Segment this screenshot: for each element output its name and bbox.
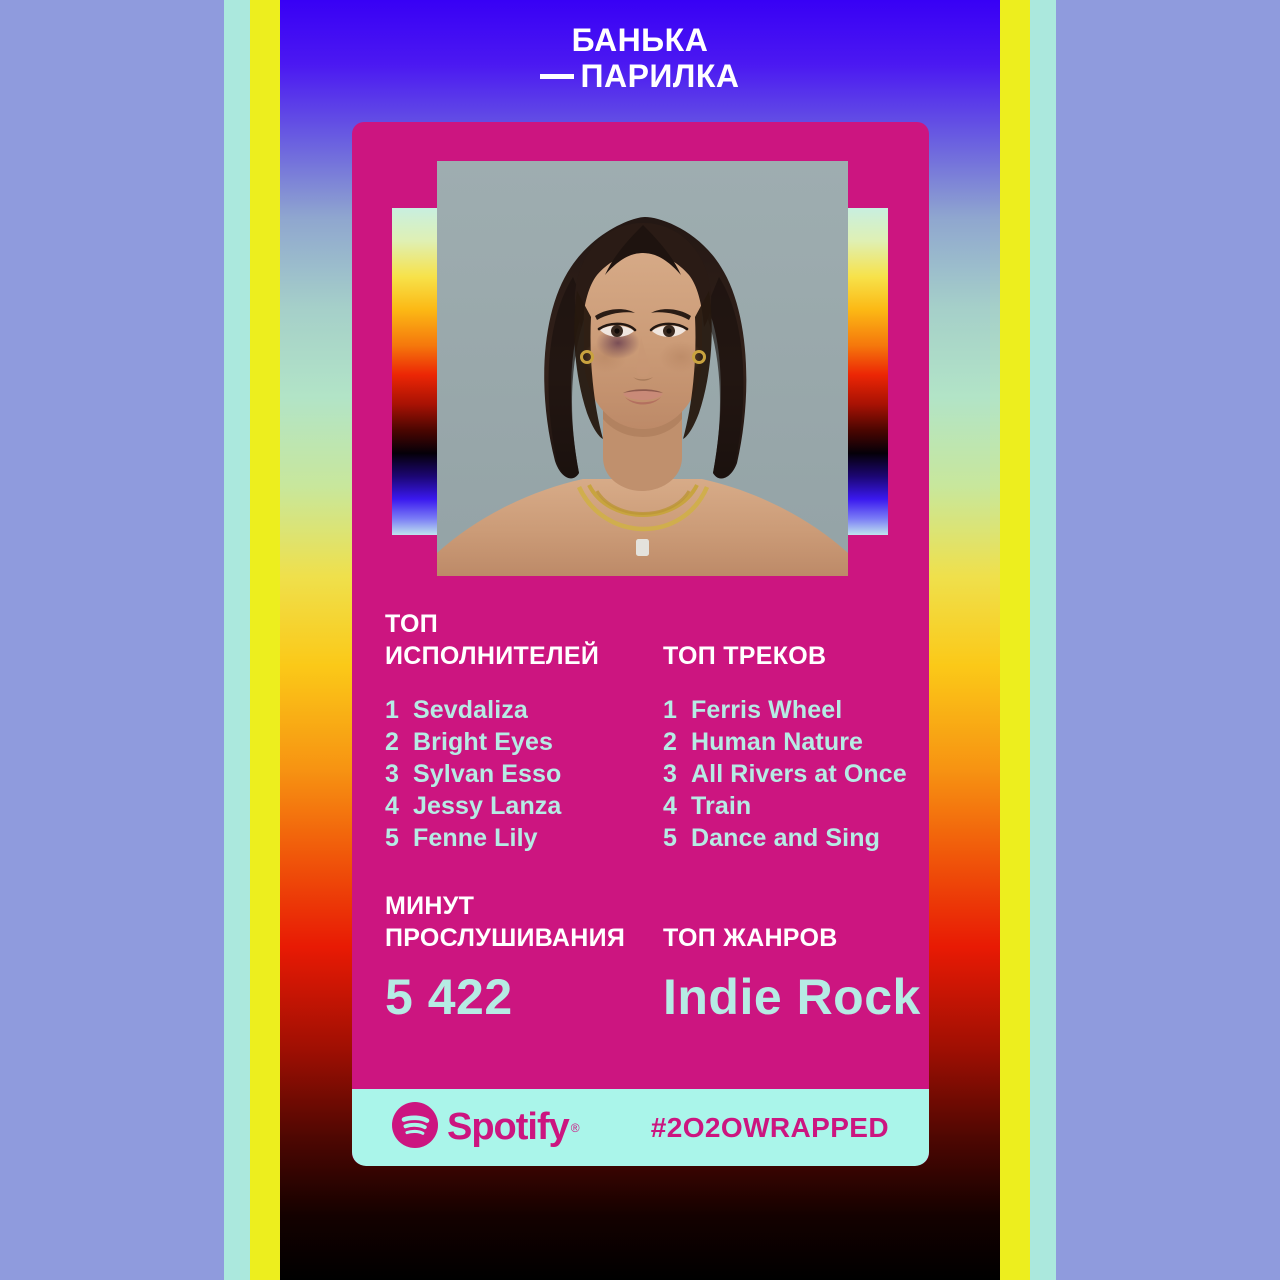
page-title-line-2: ПАРИЛКА [0,58,1280,94]
background-stripe-mint-right [1030,0,1056,1280]
rank: 3 [663,760,678,788]
spotify-wordmark: Spotify [447,1106,570,1148]
track-name: Train [691,792,752,820]
spotify-logo-lockup: Spotify ® [392,1102,580,1153]
track-name: All Rivers at Once [691,760,907,788]
artist-name: Sylvan Esso [413,760,562,788]
page-title-line-1: БАНЬКА [571,22,709,58]
list-item: 1 Sevdaliza [385,694,663,726]
top-genre-section: ТОП ЖАНРОВ Indie Rock [663,890,921,1026]
card-content: ТОП ИСПОЛНИТЕЛЕЙ 1 Sevdaliza 2 Bright Eyes… [385,608,921,1026]
top-tracks-heading-line-1: ТОП ТРЕКОВ [663,642,827,670]
wrapped-story-canvas: БАНЬКА ПАРИЛКА ТОП ИСПОЛНИТЕЛЕЙ 1 Sevdal… [0,0,1280,1280]
list-item: 1 Ferris Wheel [663,694,897,726]
track-name: Human Nature [691,728,864,756]
top-lists-row: ТОП ИСПОЛНИТЕЛЕЙ 1 Sevdaliza 2 Bright Eyes… [385,608,907,854]
top-tracks-heading: ТОП ТРЕКОВ [663,608,897,672]
minutes-listened-section: МИНУТ ПРОСЛУШИВАНИЯ 5 422 [385,890,663,1026]
list-item: 2 Human Nature [663,726,897,758]
top-genre-heading-line-1: ТОП ЖАНРОВ [663,924,838,952]
list-item: 4 Jessy Lanza [385,790,663,822]
minutes-listened-heading: МИНУТ ПРОСЛУШИВАНИЯ [385,890,663,954]
list-item: 4 Train [663,790,897,822]
artist-portrait-photo [437,161,848,576]
top-genre-value: Indie Rock [663,969,921,1025]
artist-name: Bright Eyes [413,728,554,756]
wrapped-card: ТОП ИСПОЛНИТЕЛЕЙ 1 Sevdaliza 2 Bright Eyes… [352,122,929,1165]
top-genre-heading: ТОП ЖАНРОВ [663,890,897,954]
rank: 5 [663,824,678,852]
rank: 3 [385,760,400,788]
top-artists-heading-line-2: ИСПОЛНИТЕЛЕЙ [385,642,600,670]
minutes-listened-value: 5 422 [385,969,513,1025]
background-stripe-mint-left [224,0,250,1280]
list-item: 2 Bright Eyes [385,726,663,758]
artist-name: Fenne Lily [413,824,538,852]
minutes-listened-heading-line-1: МИНУТ [385,892,475,920]
wrapped-hashtag: #2O2OWRAPPED [650,1111,889,1143]
background-stripe-yellow-left [250,0,280,1280]
artist-name: Sevdaliza [413,696,528,724]
artist-name: Jessy Lanza [413,792,562,820]
card-footer: Spotify ® #2O2OWRAPPED [352,1089,929,1166]
rank: 2 [663,728,678,756]
top-artists-list: 1 Sevdaliza 2 Bright Eyes 3 Sylvan Esso 4 Je… [385,694,663,854]
rank: 1 [385,696,400,724]
list-item: 3 All Rivers at Once [663,758,907,790]
page-title-line-2-text: ПАРИЛКА [580,58,740,94]
spotify-icon [392,1102,438,1153]
list-item: 5 Dance and Sing [663,822,897,854]
list-item: 5 Fenne Lily [385,822,663,854]
rank: 1 [663,696,678,724]
top-tracks-section: ТОП ТРЕКОВ 1 Ferris Wheel 2 Human Nature 3… [663,608,907,854]
top-artists-heading: ТОП ИСПОЛНИТЕЛЕЙ [385,608,663,672]
minutes-listened-heading-line-2: ПРОСЛУШИВАНИЯ [385,924,626,952]
rank: 4 [663,792,678,820]
artwork-block [392,161,888,615]
rank: 5 [385,824,400,852]
rank: 2 [385,728,400,756]
spotify-trademark: ® [570,1120,580,1135]
title-dash-icon [540,73,575,79]
page-title: БАНЬКА ПАРИЛКА [0,22,1280,94]
top-artists-heading-line-1: ТОП [385,610,438,638]
top-artists-section: ТОП ИСПОЛНИТЕЛЕЙ 1 Sevdaliza 2 Bright Eyes… [385,608,663,854]
track-name: Dance and Sing [691,824,880,852]
stats-row: МИНУТ ПРОСЛУШИВАНИЯ 5 422 ТОП ЖАНРОВ Ind… [385,890,921,1026]
list-item: 3 Sylvan Esso [385,758,663,790]
top-tracks-list: 1 Ferris Wheel 2 Human Nature 3 All Rivers … [663,694,907,854]
rank: 4 [385,792,400,820]
background-stripe-yellow-right [1000,0,1030,1280]
track-name: Ferris Wheel [691,696,843,724]
